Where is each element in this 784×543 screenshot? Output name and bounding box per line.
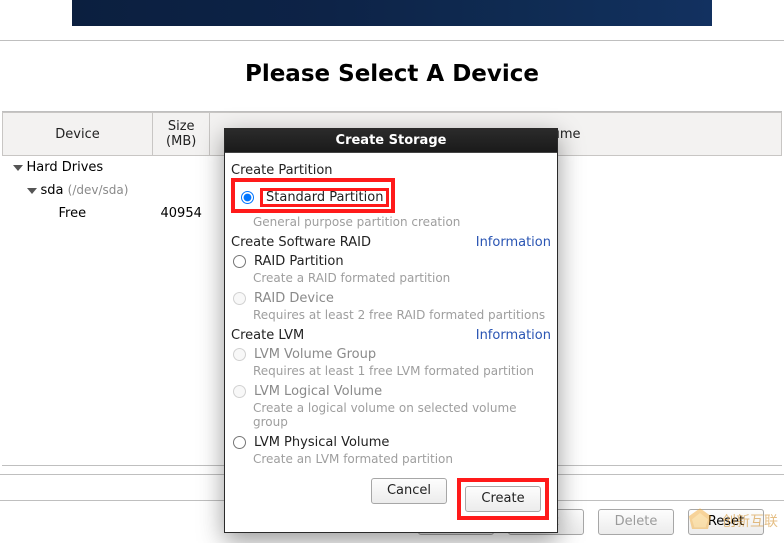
- page-title: Please Select A Device: [0, 41, 784, 97]
- chevron-down-icon[interactable]: [27, 188, 37, 194]
- radio-standard-partition[interactable]: [241, 191, 254, 204]
- hint-lvm-lv: Create a logical volume on selected volu…: [253, 401, 551, 429]
- sda-path: (/dev/sda): [68, 183, 129, 197]
- delete-button: Delete: [598, 509, 674, 535]
- radio-lvm-lv: [233, 385, 246, 398]
- opt-raid-partition[interactable]: RAID Partition: [254, 254, 344, 269]
- hint-raid-partition: Create a RAID formated partition: [253, 271, 551, 285]
- opt-lvm-pv[interactable]: LVM Physical Volume: [254, 435, 389, 450]
- hint-lvm-pv: Create an LVM formated partition: [253, 452, 551, 466]
- raid-information-link[interactable]: Information: [476, 235, 551, 250]
- dialog-title: Create Storage: [225, 129, 557, 153]
- radio-lvm-vg: [233, 348, 246, 361]
- hint-raid-device: Requires at least 2 free RAID formated p…: [253, 308, 551, 322]
- free-size: 40954: [153, 202, 210, 225]
- col-size[interactable]: Size (MB): [153, 113, 210, 156]
- section-create-raid: Create Software RAID: [231, 235, 371, 250]
- create-storage-dialog: Create Storage Create Partition Standard…: [224, 128, 558, 533]
- header-banner: [72, 0, 712, 26]
- opt-lvm-vg: LVM Volume Group: [254, 347, 376, 362]
- hint-standard: General purpose partition creation: [253, 215, 551, 229]
- lvm-information-link[interactable]: Information: [476, 328, 551, 343]
- dialog-create-button[interactable]: Create: [465, 486, 541, 512]
- radio-raid-partition[interactable]: [233, 255, 246, 268]
- dialog-cancel-button[interactable]: Cancel: [371, 478, 447, 504]
- radio-lvm-pv[interactable]: [233, 436, 246, 449]
- sda-label: sda: [41, 183, 64, 198]
- section-create-lvm: Create LVM: [231, 328, 304, 343]
- opt-raid-device: RAID Device: [254, 291, 334, 306]
- chevron-down-icon[interactable]: [13, 165, 23, 171]
- opt-standard-partition[interactable]: Standard Partition: [262, 190, 387, 205]
- section-create-partition: Create Partition: [231, 163, 333, 178]
- hint-lvm-vg: Requires at least 1 free LVM formated pa…: [253, 364, 551, 378]
- reset-button[interactable]: Reset: [688, 509, 764, 535]
- free-label: Free: [59, 206, 87, 221]
- col-device[interactable]: Device: [3, 113, 153, 156]
- radio-raid-device: [233, 292, 246, 305]
- hard-drives-label: Hard Drives: [27, 160, 104, 175]
- opt-lvm-lv: LVM Logical Volume: [254, 384, 382, 399]
